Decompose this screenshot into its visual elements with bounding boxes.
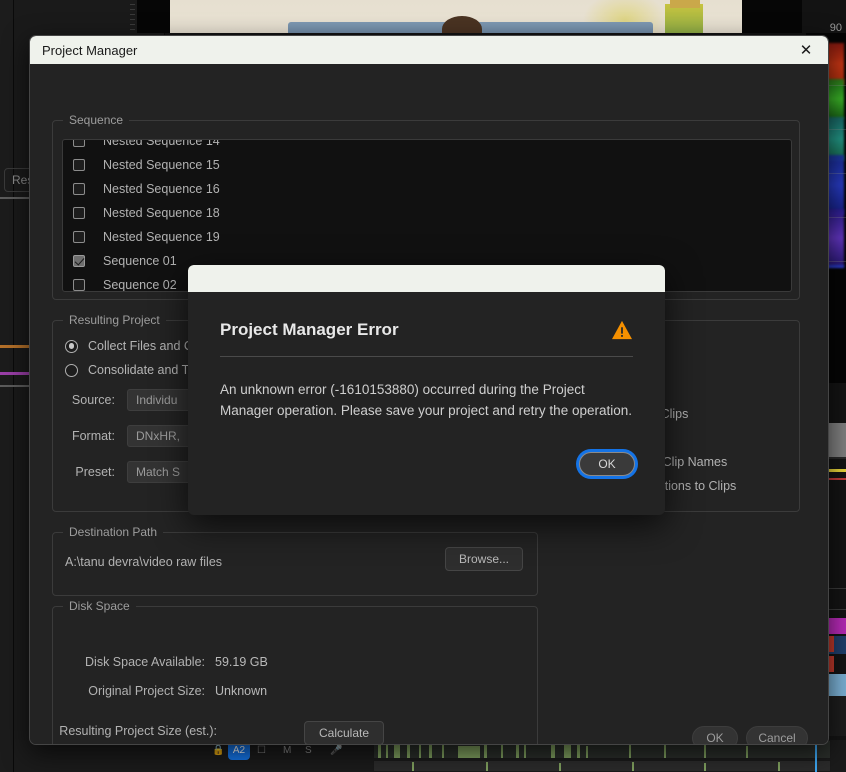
checkbox-icon[interactable] — [73, 207, 85, 219]
disk-space-available-label: Disk Space Available: — [85, 655, 205, 669]
error-dialog-body: Project Manager Error An unknown error (… — [188, 292, 665, 515]
list-item-label: Sequence 01 — [103, 254, 177, 268]
list-item-label: Nested Sequence 19 — [103, 230, 220, 244]
checkbox-icon[interactable] — [73, 183, 85, 195]
destination-path-group: Destination Path A:\tanu devra\video raw… — [52, 525, 538, 596]
checkbox-icon[interactable] — [73, 159, 85, 171]
checkbox-icon[interactable] — [73, 279, 85, 291]
list-item[interactable]: Nested Sequence 14 — [63, 139, 791, 153]
error-dialog-message: An unknown error (-1610153880) occurred … — [220, 382, 632, 418]
scope-scale-top-label: 90 — [829, 22, 842, 34]
browse-button[interactable]: Browse... — [445, 547, 523, 571]
list-item[interactable]: Nested Sequence 16 — [63, 177, 791, 201]
radio-icon-selected[interactable] — [65, 339, 78, 353]
error-dialog-titlebar — [188, 265, 665, 292]
disk-space-group: Disk Space Disk Space Available: 59.19 G… — [52, 599, 538, 744]
destination-path-value: A:\tanu devra\video raw files — [65, 555, 223, 569]
error-dialog-title: Project Manager Error — [220, 320, 399, 339]
lock-icon[interactable]: 🔒 — [212, 745, 224, 756]
parameter-ruler — [123, 0, 137, 34]
mute-icon[interactable]: M — [283, 745, 291, 756]
list-item-label: Sequence 02 — [103, 278, 177, 292]
program-monitor-letterbox-right — [742, 0, 802, 33]
checkbox-icon[interactable] — [73, 231, 85, 243]
list-item-label: Nested Sequence 14 — [103, 139, 220, 148]
format-field-row: Format: DNxHR, — [53, 425, 201, 447]
error-dialog-header: Project Manager Error — [220, 292, 633, 340]
format-label: Format: — [71, 429, 115, 443]
list-item[interactable]: Nested Sequence 19 — [63, 225, 791, 249]
checkbox-icon[interactable] — [73, 140, 85, 147]
list-item-label: Nested Sequence 18 — [103, 206, 220, 220]
project-manager-error-dialog: Project Manager Error An unknown error (… — [188, 265, 665, 515]
original-project-size-row: Original Project Size: Unknown — [53, 684, 267, 698]
source-field-row: Source: Individu — [53, 389, 201, 411]
checkbox-icon-checked[interactable] — [73, 255, 85, 267]
radio-icon[interactable] — [65, 363, 78, 377]
voiceover-icon[interactable]: 🎤 — [330, 745, 342, 756]
resulting-project-group-label: Resulting Project — [63, 313, 166, 327]
list-item[interactable]: Nested Sequence 18 — [63, 201, 791, 225]
resulting-project-size-label: Resulting Project Size (est.): — [59, 724, 217, 738]
resulting-project-size-row: Resulting Project Size (est.): — [53, 724, 227, 738]
disk-space-group-label: Disk Space — [63, 599, 136, 613]
cancel-button[interactable]: Cancel — [746, 726, 808, 744]
preset-field-row: Preset: Match S — [53, 461, 201, 483]
program-monitor-video-frame — [170, 0, 742, 33]
calculate-button[interactable]: Calculate — [304, 721, 384, 744]
disk-space-available-row: Disk Space Available: 59.19 GB — [53, 655, 268, 669]
list-item-label: Nested Sequence 16 — [103, 182, 220, 196]
destination-path-group-label: Destination Path — [63, 525, 164, 539]
project-manager-titlebar: Project Manager ✕ — [30, 36, 828, 64]
preset-label: Preset: — [75, 465, 115, 479]
original-project-size-value: Unknown — [215, 684, 268, 698]
sequence-group-label: Sequence — [63, 113, 130, 127]
project-manager-title: Project Manager — [42, 42, 138, 58]
track-output-icon[interactable]: ☐ — [257, 745, 266, 756]
ok-button[interactable]: OK — [692, 726, 738, 744]
list-item[interactable]: Nested Sequence 15 — [63, 153, 791, 177]
audio-track-clip-lower[interactable] — [373, 760, 831, 772]
original-project-size-label: Original Project Size: — [88, 684, 205, 698]
list-item-label: Nested Sequence 15 — [103, 158, 220, 172]
program-monitor-letterbox-left — [137, 0, 170, 33]
close-icon[interactable]: ✕ — [790, 37, 822, 63]
solo-icon[interactable]: S — [305, 745, 312, 756]
warning-triangle-icon — [612, 320, 632, 340]
error-dialog-divider — [220, 356, 633, 357]
error-ok-button[interactable]: OK — [579, 452, 635, 476]
disk-space-available-value: 59.19 GB — [215, 655, 268, 669]
source-label: Source: — [71, 393, 115, 407]
